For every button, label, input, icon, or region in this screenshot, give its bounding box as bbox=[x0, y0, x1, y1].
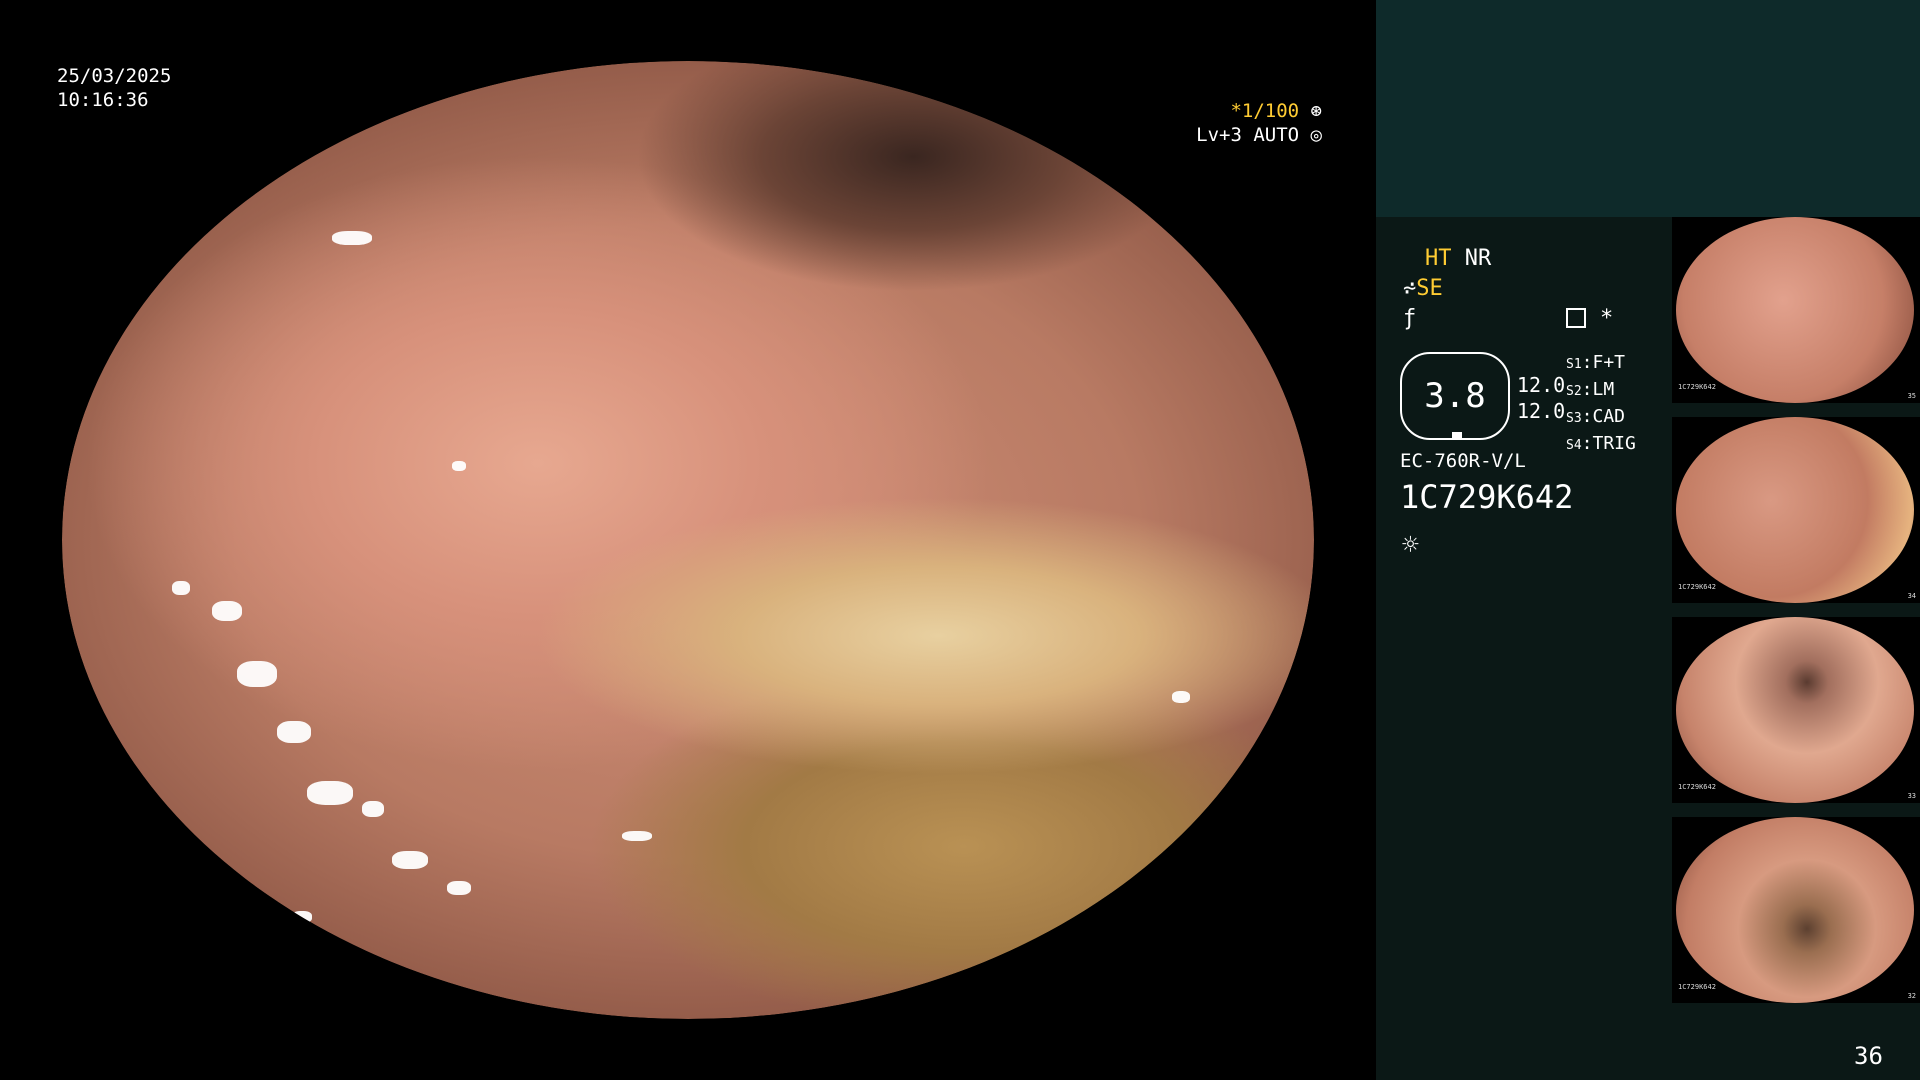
switch-row: S2:LM bbox=[1566, 379, 1615, 400]
date-text: 25/03/2025 bbox=[57, 65, 172, 87]
zoom-indicator: 3.8 bbox=[1400, 352, 1510, 440]
specular-highlight bbox=[172, 581, 190, 595]
structure-icon: ⩫ bbox=[1403, 276, 1417, 301]
nr-label: NR bbox=[1464, 246, 1492, 271]
info-panel-header bbox=[1376, 0, 1920, 217]
thumbnail-id: 1C729K642 bbox=[1678, 383, 1716, 391]
aperture-icon: ⊛ bbox=[1299, 100, 1322, 122]
scope-serial: 1C729K642 bbox=[1400, 478, 1574, 516]
exposure-readout: *1/100 ⊛ Lv+3 AUTO ◎ bbox=[1194, 99, 1322, 147]
asterisk-marker: * bbox=[1600, 306, 1614, 331]
sun-icon: ☼ bbox=[1402, 528, 1419, 561]
thumbnail-number: 35 bbox=[1907, 392, 1916, 400]
specular-highlight bbox=[622, 831, 652, 841]
specular-highlight bbox=[332, 231, 372, 245]
zoom-value: 3.8 bbox=[1424, 376, 1486, 416]
se-label: SE bbox=[1416, 276, 1443, 301]
specular-highlight bbox=[452, 461, 466, 471]
thumbnail-id: 1C729K642 bbox=[1678, 583, 1716, 591]
specular-highlight bbox=[292, 911, 312, 923]
numeric-settings: 12.0 12.0 bbox=[1517, 372, 1565, 424]
switch-row: S3:CAD bbox=[1566, 406, 1626, 427]
ht-label: HT bbox=[1425, 246, 1452, 271]
switch-assignments: S1:F+T S2:LM S3:CAD S4:TRIG bbox=[1566, 350, 1636, 458]
target-icon: ◎ bbox=[1299, 124, 1322, 146]
capture-thumbnail[interactable]: 1C729K642 32 bbox=[1672, 817, 1920, 1003]
specular-highlight bbox=[237, 661, 277, 687]
specular-highlight bbox=[362, 801, 384, 817]
function-icon: ƒ bbox=[1403, 306, 1417, 331]
switch-row: S4:TRIG bbox=[1566, 433, 1636, 454]
specular-highlight bbox=[392, 851, 428, 869]
thumbnail-id: 1C729K642 bbox=[1678, 783, 1716, 791]
capture-thumbnail[interactable]: 1C729K642 34 bbox=[1672, 417, 1920, 603]
enhancement-settings: HT NR ⩫SE ƒ bbox=[1403, 244, 1492, 334]
thumbnail-number: 32 bbox=[1907, 992, 1916, 1000]
specular-highlight bbox=[277, 721, 311, 743]
scope-model: EC-760R-V/L bbox=[1400, 450, 1526, 472]
thumbnail-id: 1C729K642 bbox=[1678, 983, 1716, 991]
endoscope-live-view bbox=[62, 61, 1314, 1019]
level-text: Lv+3 AUTO bbox=[1196, 124, 1300, 146]
frame-count: 36 bbox=[1854, 1042, 1883, 1070]
thumbnail-number: 34 bbox=[1907, 592, 1916, 600]
specular-highlight bbox=[212, 601, 242, 621]
settings-list-icon bbox=[1566, 308, 1586, 328]
endoscope-image bbox=[62, 61, 1314, 1019]
setting-value-2: 12.0 bbox=[1517, 399, 1566, 423]
thumbnail-number: 33 bbox=[1907, 792, 1916, 800]
specular-highlight bbox=[307, 781, 353, 805]
shutter-speed: *1/100 bbox=[1230, 100, 1300, 122]
switch-row: S1:F+T bbox=[1566, 352, 1626, 373]
specular-highlight bbox=[1172, 691, 1190, 703]
zoom-marker bbox=[1452, 432, 1462, 438]
capture-thumbnail[interactable]: 1C729K642 35 bbox=[1672, 217, 1920, 403]
capture-thumbnail[interactable]: 1C729K642 33 bbox=[1672, 617, 1920, 803]
setting-value-1: 12.0 bbox=[1517, 373, 1566, 397]
time-text: 10:16:36 bbox=[57, 89, 149, 111]
specular-highlight bbox=[447, 881, 471, 895]
date-time-readout: 25/03/2025 10:16:36 bbox=[57, 64, 171, 112]
